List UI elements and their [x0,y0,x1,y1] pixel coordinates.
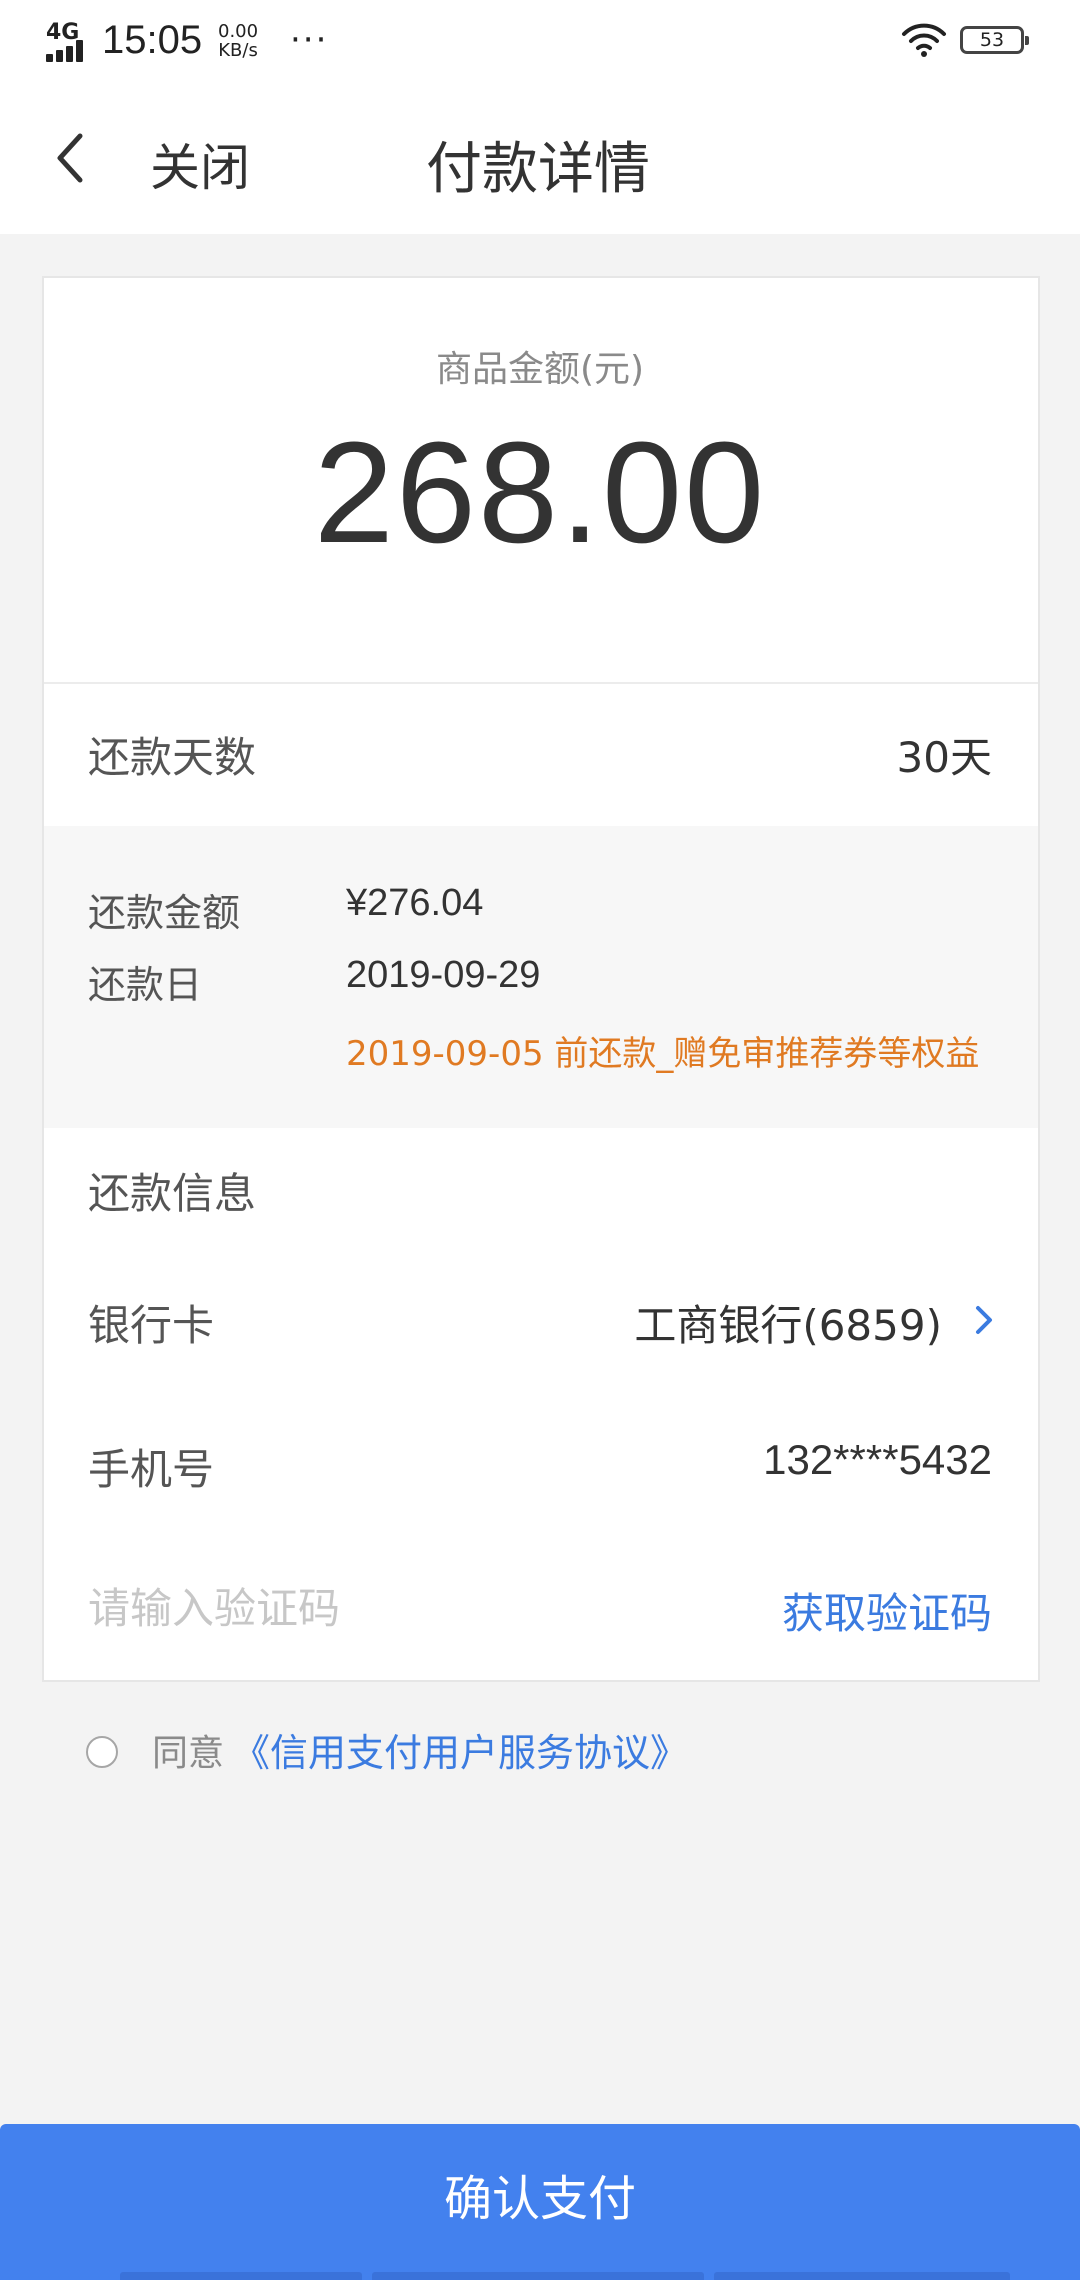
bank-card-value[interactable]: 工商银行(6859) [634,1292,942,1353]
wifi-icon [902,23,946,57]
confirm-pay-button[interactable]: 确认支付 [0,2124,1080,2280]
agreement-link[interactable]: 《信用支付用户服务协议》 [232,1722,688,1777]
network-speed: 0.00 KB/s [218,22,258,60]
confirm-pay-label: 确认支付 [443,2171,636,2227]
bank-card-label: 银行卡 [88,1301,215,1350]
battery-level: 53 [979,29,1005,51]
bottom-shadow-tabs [120,2272,1010,2280]
repay-amount-value: ¥276.04 [346,882,484,924]
network-speed-unit: KB/s [218,40,258,61]
amount-value: 268.00 [313,412,767,573]
phone-label: 手机号 [88,1445,215,1494]
get-code-button[interactable]: 获取验证码 [782,1580,992,1641]
repay-info-title: 还款信息 [88,1169,257,1218]
repay-days-label: 还款天数 [88,733,257,782]
verification-code-input[interactable] [88,1576,648,1640]
early-repay-promo: 2019-09-05 前还款_赠免审推荐券等权益 [346,1034,980,1074]
repay-date-value: 2019-09-29 [346,954,541,996]
phone-value: 132****5432 [763,1436,992,1483]
chevron-right-icon[interactable] [972,1302,996,1338]
page-title-text: 付款详情 [426,137,650,202]
network-speed-value: 0.00 [218,21,259,42]
repay-days-value: 30天 [896,733,992,782]
battery-icon: 53 [960,26,1029,54]
agreement-checkbox[interactable] [86,1736,118,1768]
amount-label: 商品金额(元) [435,349,645,390]
page-title: 付款详情 [0,124,1080,205]
more-dots-icon: ··· [290,20,329,60]
repay-date-label: 还款日 [88,963,203,1007]
repay-amount-label: 还款金额 [88,891,241,935]
status-time: 15:05 [102,18,203,62]
divider [44,682,1038,684]
agreement-prefix: 同意 [152,1733,225,1774]
signal-icon [46,40,92,62]
